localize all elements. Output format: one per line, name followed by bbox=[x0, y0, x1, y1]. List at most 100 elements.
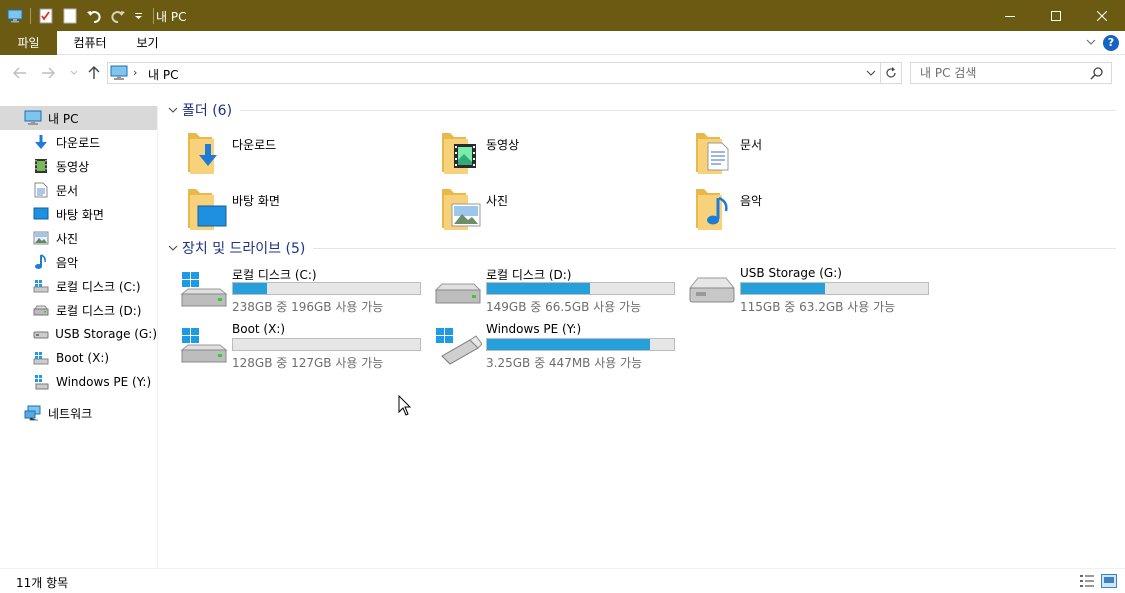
customize-dropdown-icon[interactable] bbox=[133, 7, 143, 25]
drive-item-x[interactable]: Boot (X:) 128GB 중 127GB 사용 가능 bbox=[180, 322, 430, 372]
search-icon[interactable] bbox=[1090, 66, 1104, 83]
sidebar-item-label: Windows PE (Y:) bbox=[56, 375, 152, 389]
new-folder-icon[interactable] bbox=[61, 7, 79, 25]
title-bar: 내 PC bbox=[0, 0, 1125, 31]
back-icon[interactable] bbox=[12, 65, 28, 81]
navigation-pane: 내 PC 다운로드 동영상 문서 바탕 화면 사진 음악 로컬 디스크 (C:)… bbox=[0, 106, 158, 568]
sidebar-item-label: Boot (X:) bbox=[56, 351, 110, 365]
download-icon bbox=[32, 133, 50, 151]
pc-icon bbox=[24, 109, 42, 127]
sidebar-item-label: 로컬 디스크 (D:) bbox=[56, 303, 142, 318]
toolbar-separator bbox=[30, 7, 31, 24]
folder-name: 음악 bbox=[740, 194, 763, 208]
sidebar-item-windows-pe-y[interactable]: Windows PE (Y:) bbox=[0, 370, 157, 394]
help-icon[interactable]: ? bbox=[1103, 35, 1119, 51]
drive-item-d[interactable]: 로컬 디스크 (D:) 149GB 중 66.5GB 사용 가능 bbox=[434, 266, 684, 316]
sidebar-item-this-pc[interactable]: 내 PC bbox=[0, 106, 157, 130]
ribbon-tabs: 파일 컴퓨터 보기 ? bbox=[0, 31, 1125, 55]
drive-item-y[interactable]: Windows PE (Y:) 3.25GB 중 447MB 사용 가능 bbox=[434, 322, 684, 372]
sidebar-item-downloads[interactable]: 다운로드 bbox=[0, 130, 157, 154]
sidebar-item-label: USB Storage (G:) bbox=[55, 327, 157, 341]
drive-capacity-text: 128GB 중 127GB 사용 가능 bbox=[232, 356, 384, 370]
redo-icon[interactable] bbox=[109, 7, 127, 25]
folder-item-downloads[interactable]: 다운로드 bbox=[186, 130, 426, 180]
address-bar[interactable]: › 내 PC bbox=[107, 62, 881, 84]
folder-item-pictures[interactable]: 사진 bbox=[440, 186, 680, 236]
breadcrumb-current[interactable]: 내 PC bbox=[148, 66, 178, 83]
recent-locations-icon[interactable] bbox=[66, 65, 82, 81]
collapse-chevron-icon[interactable] bbox=[168, 242, 180, 255]
windows-drive-icon bbox=[32, 349, 50, 367]
sidebar-item-network[interactable]: 네트워크 bbox=[0, 401, 157, 425]
drive-name: USB Storage (G:) bbox=[740, 266, 842, 280]
minimize-button[interactable] bbox=[987, 0, 1033, 31]
drive-item-g[interactable]: USB Storage (G:) 115GB 중 63.2GB 사용 가능 bbox=[688, 266, 938, 316]
address-dropdown-icon[interactable] bbox=[866, 66, 876, 83]
sidebar-item-label: 사진 bbox=[56, 231, 79, 246]
sidebar-item-usb-storage-g[interactable]: USB Storage (G:) bbox=[0, 322, 157, 346]
sidebar-item-local-disk-d[interactable]: 로컬 디스크 (D:) bbox=[0, 298, 157, 322]
music-icon bbox=[32, 253, 50, 271]
capacity-bar bbox=[232, 338, 421, 351]
divider bbox=[313, 247, 1116, 249]
search-input[interactable] bbox=[920, 63, 1090, 83]
capacity-fill bbox=[487, 339, 650, 350]
drive-name: 로컬 디스크 (D:) bbox=[486, 268, 572, 282]
sidebar-item-desktop[interactable]: 바탕 화면 bbox=[0, 202, 157, 226]
drives-group-header[interactable]: 장치 및 드라이브 (5) bbox=[168, 238, 1116, 258]
collapse-chevron-icon[interactable] bbox=[168, 104, 180, 117]
maximize-button[interactable] bbox=[1033, 0, 1079, 31]
pc-icon[interactable] bbox=[6, 7, 24, 25]
sidebar-item-documents[interactable]: 문서 bbox=[0, 178, 157, 202]
folder-name: 바탕 화면 bbox=[232, 194, 280, 208]
search-box[interactable] bbox=[910, 62, 1112, 84]
sidebar-item-label: 다운로드 bbox=[56, 135, 101, 150]
sidebar-item-label: 네트워크 bbox=[48, 406, 93, 421]
hard-drive-icon bbox=[434, 283, 482, 304]
close-button[interactable] bbox=[1079, 0, 1125, 31]
pictures-icon bbox=[32, 229, 50, 247]
drive-name: Windows PE (Y:) bbox=[486, 322, 582, 336]
sidebar-item-boot-x[interactable]: Boot (X:) bbox=[0, 346, 157, 370]
sidebar-item-music[interactable]: 음악 bbox=[0, 250, 157, 274]
folder-item-desktop[interactable]: 바탕 화면 bbox=[186, 186, 426, 236]
sidebar-item-label: 바탕 화면 bbox=[56, 207, 104, 222]
folder-item-music[interactable]: 음악 bbox=[694, 186, 934, 236]
group-title: 장치 및 드라이브 (5) bbox=[182, 241, 306, 257]
divider bbox=[240, 109, 1116, 111]
desktop-icon bbox=[32, 205, 50, 223]
windows-drive-icon bbox=[32, 277, 50, 295]
music-folder-icon bbox=[696, 189, 728, 230]
tab-computer[interactable]: 컴퓨터 bbox=[59, 31, 121, 55]
status-bar: 11개 항목 bbox=[0, 568, 1125, 593]
document-folder-icon bbox=[696, 133, 729, 174]
sidebar-item-videos[interactable]: 동영상 bbox=[0, 154, 157, 178]
folders-group-header[interactable]: 폴더 (6) bbox=[168, 100, 1116, 120]
drive-capacity-text: 149GB 중 66.5GB 사용 가능 bbox=[486, 300, 642, 314]
folder-name: 사진 bbox=[486, 194, 509, 208]
properties-icon[interactable] bbox=[37, 7, 55, 25]
capacity-bar bbox=[486, 338, 675, 351]
tab-view[interactable]: 보기 bbox=[125, 31, 170, 55]
undo-icon[interactable] bbox=[85, 7, 103, 25]
folder-item-documents[interactable]: 문서 bbox=[694, 130, 934, 180]
windows-drive-icon bbox=[180, 272, 228, 307]
folder-item-videos[interactable]: 동영상 bbox=[440, 130, 680, 180]
capacity-bar bbox=[486, 282, 675, 295]
large-icons-view-icon[interactable] bbox=[1101, 574, 1117, 588]
drive-item-c[interactable]: 로컬 디스크 (C:) 238GB 중 196GB 사용 가능 bbox=[180, 266, 430, 316]
folder-name: 다운로드 bbox=[232, 138, 277, 152]
breadcrumb-chevron-icon[interactable]: › bbox=[133, 66, 137, 79]
sidebar-item-pictures[interactable]: 사진 bbox=[0, 226, 157, 250]
tab-file[interactable]: 파일 bbox=[0, 31, 57, 55]
expand-ribbon-icon[interactable] bbox=[1085, 36, 1097, 51]
usb-drive-icon bbox=[32, 325, 49, 343]
up-icon[interactable] bbox=[86, 65, 102, 81]
details-view-icon[interactable] bbox=[1079, 574, 1095, 588]
desktop-folder-icon bbox=[188, 189, 227, 230]
download-folder-icon bbox=[188, 133, 217, 174]
refresh-button[interactable] bbox=[881, 62, 902, 84]
drive-capacity-text: 3.25GB 중 447MB 사용 가능 bbox=[486, 356, 643, 370]
forward-icon[interactable] bbox=[40, 65, 56, 81]
sidebar-item-local-disk-c[interactable]: 로컬 디스크 (C:) bbox=[0, 274, 157, 298]
